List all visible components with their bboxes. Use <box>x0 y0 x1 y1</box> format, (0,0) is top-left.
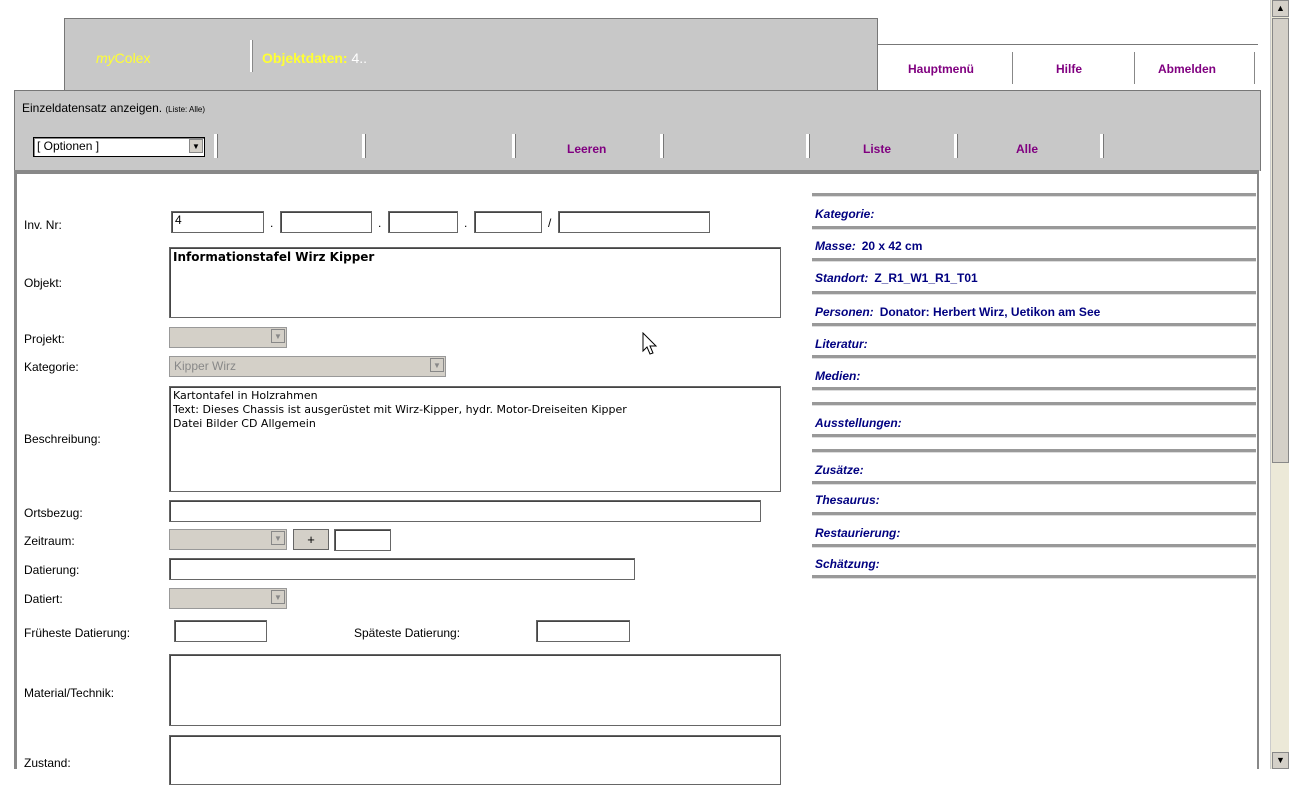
vertical-scrollbar[interactable]: ▲ ▼ <box>1270 0 1289 769</box>
info-divider <box>812 512 1256 516</box>
zustand-textarea[interactable] <box>169 735 781 785</box>
chevron-down-icon: ▼ <box>271 329 285 343</box>
kategorie-select[interactable]: Kipper Wirz ▼ <box>169 356 446 377</box>
link-divider <box>1132 52 1135 84</box>
info-thesaurus: Thesaurus: <box>815 493 880 507</box>
inv-nr-separator: / <box>548 216 552 230</box>
ortsbezug-label: Ortsbezug: <box>24 506 83 520</box>
info-kategorie: Kategorie: <box>815 207 875 221</box>
info-divider <box>812 193 1256 197</box>
beschreibung-label: Beschreibung: <box>24 432 101 446</box>
header-tab-area <box>64 18 878 99</box>
spaeteste-label: Späteste Datierung: <box>354 626 461 640</box>
inv-nr-field-3[interactable] <box>388 211 458 233</box>
toolbar-divider <box>362 134 366 158</box>
list-button[interactable]: Liste <box>863 142 891 156</box>
view-title: Einzeldatensatz anzeigen. (Liste: Alle) <box>22 101 206 115</box>
info-divider <box>812 226 1256 230</box>
frueheste-label: Früheste Datierung: <box>24 626 131 640</box>
zeitraum-add-button[interactable]: + <box>293 529 329 550</box>
chevron-down-icon: ▼ <box>271 531 285 545</box>
info-divider <box>812 258 1256 262</box>
app-logo: myColex <box>96 50 151 66</box>
inv-nr-field-5[interactable] <box>558 211 710 233</box>
info-restaurierung: Restaurierung: <box>815 526 901 540</box>
info-masse: Masse: 20 x 42 cm <box>815 239 923 253</box>
options-select-value: [ Optionen ] <box>37 139 100 153</box>
projekt-select[interactable]: ▼ <box>169 327 287 348</box>
link-divider <box>1252 52 1255 84</box>
info-schaetzung: Schätzung: <box>815 557 880 571</box>
beschreibung-textarea[interactable]: Kartontafel in Holzrahmen Text: Dieses C… <box>169 386 781 492</box>
spaeteste-input[interactable] <box>536 620 630 642</box>
datiert-select[interactable]: ▼ <box>169 588 287 609</box>
info-standort: Standort: Z_R1_W1_R1_T01 <box>815 271 978 285</box>
chevron-down-icon: ▼ <box>271 590 285 604</box>
header-divider <box>250 40 253 72</box>
scrollbar-thumb[interactable] <box>1272 18 1289 463</box>
zeitraum-label: Zeitraum: <box>24 534 75 548</box>
info-divider <box>812 575 1256 579</box>
info-divider <box>812 449 1256 453</box>
info-divider <box>812 387 1256 391</box>
datiert-label: Datiert: <box>24 592 63 606</box>
inv-nr-separator: . <box>378 216 382 230</box>
all-button[interactable]: Alle <box>1016 142 1038 156</box>
toolbar-divider <box>954 134 958 158</box>
info-zusaetze: Zusätze: <box>815 463 864 477</box>
material-label: Material/Technik: <box>24 686 115 700</box>
info-divider <box>812 355 1256 359</box>
options-select[interactable]: [ Optionen ] ▼ <box>33 137 205 157</box>
zustand-label: Zustand: <box>24 756 71 770</box>
material-textarea[interactable] <box>169 654 781 726</box>
kategorie-label: Kategorie: <box>24 360 79 374</box>
info-divider <box>812 291 1256 295</box>
inv-nr-field-2[interactable] <box>280 211 372 233</box>
info-literatur: Literatur: <box>815 337 868 351</box>
info-ausstellungen: Ausstellungen: <box>815 416 902 430</box>
toolbar-divider <box>214 134 218 158</box>
info-divider <box>812 481 1256 485</box>
inv-nr-field-4[interactable] <box>474 211 542 233</box>
toolbar-divider <box>512 134 516 158</box>
datierung-input[interactable] <box>169 558 635 580</box>
info-personen: Personen: Donator: Herbert Wirz, Uetikon … <box>815 305 1101 319</box>
arrow-down-icon[interactable]: ▼ <box>1272 752 1289 769</box>
info-divider <box>812 402 1256 406</box>
toolbar-divider <box>806 134 810 158</box>
main-menu-link[interactable]: Hauptmenü <box>908 62 974 76</box>
inv-nr-separator: . <box>464 216 468 230</box>
chevron-down-icon: ▼ <box>189 139 203 153</box>
logout-link[interactable]: Abmelden <box>1158 62 1216 76</box>
objekt-textarea[interactable]: Informationstafel Wirz Kipper <box>169 247 781 318</box>
inv-nr-separator: . <box>270 216 274 230</box>
zeitraum-input[interactable] <box>334 529 391 551</box>
object-title: Objektdaten: 4.. <box>262 50 368 66</box>
datierung-label: Datierung: <box>24 563 80 577</box>
zeitraum-select[interactable]: ▼ <box>169 529 287 550</box>
toolbar-divider <box>660 134 664 158</box>
help-link[interactable]: Hilfe <box>1056 62 1082 76</box>
info-divider <box>812 323 1256 327</box>
clear-button[interactable]: Leeren <box>567 142 606 156</box>
mouse-pointer-icon <box>642 332 658 355</box>
chevron-down-icon: ▼ <box>430 358 444 372</box>
toolbar-divider <box>1100 134 1104 158</box>
info-medien: Medien: <box>815 369 861 383</box>
frueheste-input[interactable] <box>174 620 267 642</box>
link-divider <box>1010 52 1013 84</box>
kategorie-select-value: Kipper Wirz <box>174 359 237 373</box>
info-divider <box>812 544 1256 548</box>
ortsbezug-input[interactable] <box>169 500 761 522</box>
objekt-label: Objekt: <box>24 276 63 290</box>
inv-nr-label: Inv. Nr: <box>24 218 62 232</box>
info-divider <box>812 434 1256 438</box>
projekt-label: Projekt: <box>24 332 65 346</box>
inv-nr-field-1[interactable]: 4 <box>171 211 264 233</box>
arrow-up-icon[interactable]: ▲ <box>1272 0 1289 17</box>
